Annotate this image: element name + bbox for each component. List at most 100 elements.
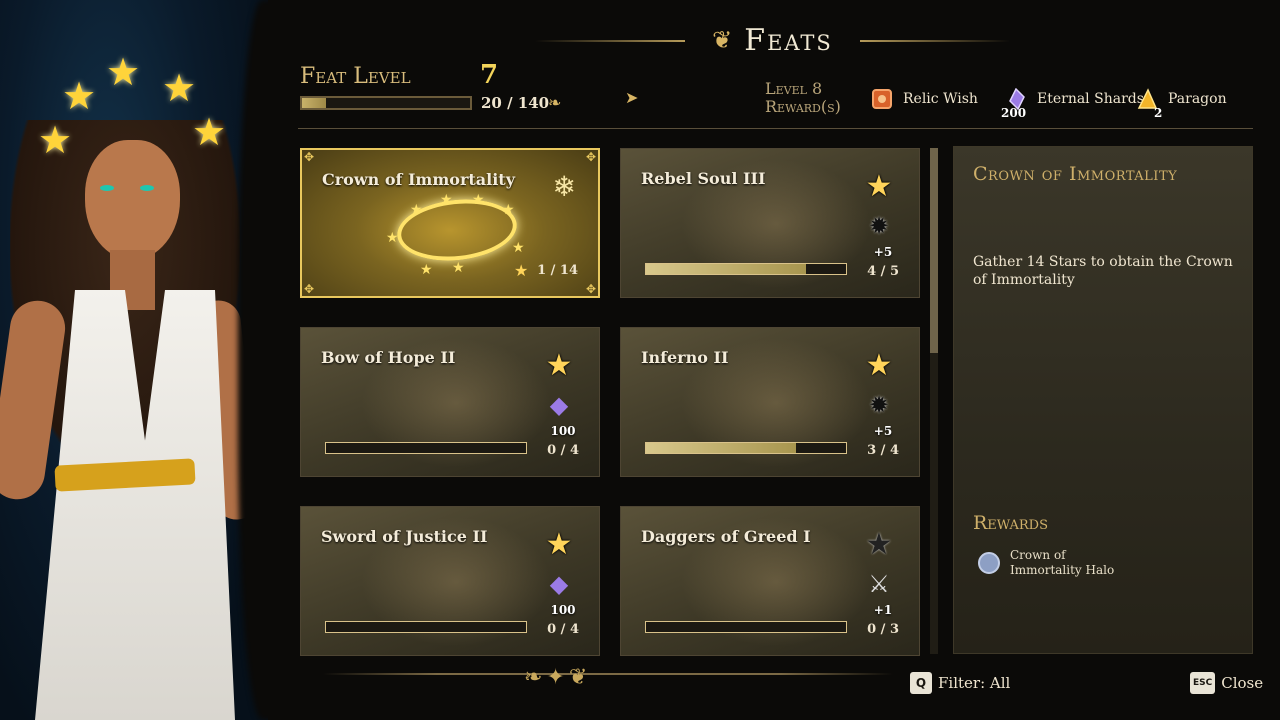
feat-card[interactable]: Daggers of Greed I ★ ⚔ +1 0 / 3 <box>620 506 920 656</box>
header-reward-label: Relic Wish <box>903 91 978 107</box>
feat-card[interactable]: ✥ ✥ ✥ ✥ ★ ★ ★ ★ ★ ★ ★ ★ Crown of Immorta… <box>300 148 600 298</box>
star-icon: ★ <box>865 348 893 383</box>
header-reward-qty: 200 <box>1001 106 1027 120</box>
feat-progress-fill <box>646 443 796 453</box>
feat-progress-bar <box>645 442 847 454</box>
header-reward-paragon: 2 Paragon <box>1136 88 1227 120</box>
scrollbar-thumb[interactable] <box>930 148 938 353</box>
close-button[interactable]: ESC Close <box>1190 672 1263 694</box>
paragon-icon: 2 <box>1136 88 1162 120</box>
halo-star-icon: ★ <box>62 74 97 118</box>
feats-grid: ✥ ✥ ✥ ✥ ★ ★ ★ ★ ★ ★ ★ ★ Crown of Immorta… <box>300 148 920 658</box>
feat-card[interactable]: Inferno II ★ ✹ +5 3 / 4 <box>620 327 920 477</box>
relic-icon <box>871 88 893 110</box>
footer-divider <box>323 673 893 675</box>
feat-progress-text: 1 / 14 <box>537 263 578 278</box>
filter-button[interactable]: Q Filter: All <box>910 672 1010 694</box>
close-label: Close <box>1221 674 1264 692</box>
feat-title: Sword of Justice II <box>321 527 488 546</box>
header-divider <box>298 128 1253 129</box>
feat-level-progress-bar <box>300 96 472 110</box>
gear-icon: ✹ <box>868 212 890 240</box>
feat-progress-text: 4 / 5 <box>867 264 899 279</box>
feats-scrollbar[interactable] <box>930 148 938 654</box>
corner-ornament-icon: ✥ <box>585 150 596 164</box>
detail-rewards-heading: Rewards <box>973 512 1049 534</box>
feat-card[interactable]: Sword of Justice II ★ ◆ 100 0 / 4 <box>300 506 600 656</box>
feat-reward-amount: +5 <box>873 245 893 259</box>
feat-detail-panel: Crown of Immortality Gather 14 Stars to … <box>953 146 1253 654</box>
halo-item-icon <box>978 552 1000 574</box>
halo-star-icon: ★ <box>472 192 485 208</box>
character-eye-right <box>140 185 154 191</box>
sword-icon: ⚔ <box>868 570 890 598</box>
eternal-shard-icon: ◆ <box>549 391 569 419</box>
feat-progress-text: 0 / 3 <box>867 622 899 637</box>
feat-progress-text: 0 / 4 <box>547 622 579 637</box>
halo-star-icon: ★ <box>440 192 453 208</box>
corner-ornament-icon: ✥ <box>304 150 315 164</box>
feat-title: Bow of Hope II <box>321 348 456 367</box>
laurel-icon: ❦ <box>712 26 733 54</box>
feat-level-value: 7 <box>480 60 499 90</box>
halo-star-icon: ★ <box>452 260 465 276</box>
feat-reward: ✹ +5 <box>861 212 897 259</box>
halo-star-icon: ★ <box>162 66 197 110</box>
corner-ornament-icon: ✥ <box>585 282 596 296</box>
mouse-cursor-icon: ➤ <box>625 88 639 107</box>
star-icon: ★ <box>865 169 893 204</box>
header-reward-shards: 200 Eternal Shards <box>1001 87 1144 120</box>
feat-title: Rebel Soul III <box>641 169 766 188</box>
feat-level-progress-fill <box>302 98 327 108</box>
star-icon: ★ <box>545 527 573 562</box>
feat-reward: ◆ 100 <box>541 570 577 617</box>
ornament-icon: ❧✦❦ <box>524 665 592 690</box>
feat-level-progress-text: 20 / 140 <box>481 94 550 112</box>
title-divider-right <box>860 40 1010 42</box>
title-divider-left <box>535 40 685 42</box>
halo-star-icon: ★ <box>410 202 423 218</box>
feat-card[interactable]: Bow of Hope II ★ ◆ 100 0 / 4 <box>300 327 600 477</box>
feat-reward-amount: +1 <box>873 603 893 617</box>
sprout-icon: ❧ <box>548 93 562 112</box>
page-title: Feats <box>744 22 833 58</box>
filter-label: Filter: All <box>938 674 1011 692</box>
feat-level-label: Feat Level <box>300 64 411 89</box>
feat-reward: ◆ 100 <box>541 391 577 438</box>
reward-label-line1: Level 8 <box>765 79 823 98</box>
feat-progress-bar <box>325 621 527 633</box>
feat-title: Daggers of Greed I <box>641 527 811 546</box>
feat-progress-bar <box>325 442 527 454</box>
feat-reward-amount: +5 <box>873 424 893 438</box>
corner-ornament-icon: ✥ <box>304 282 315 296</box>
header-reward-qty: 2 <box>1154 106 1163 120</box>
halo-star-icon: ★ <box>192 110 227 154</box>
character-portrait: ★ ★ ★ ★ ★ <box>0 0 268 720</box>
halo-star-icon: ★ <box>386 230 399 246</box>
character-eye-left <box>100 185 114 191</box>
feat-reward: ⚔ +1 <box>861 570 897 617</box>
halo-star-icon: ★ <box>38 118 73 162</box>
header-reward-relic: Relic Wish <box>871 88 978 110</box>
title-bar: ❦ Feats <box>535 18 1010 62</box>
star-icon: ★ <box>545 348 573 383</box>
halo-star-icon: ★ <box>512 240 525 256</box>
gear-icon: ✹ <box>868 391 890 419</box>
detail-reward-label: Crown of Immortality Halo <box>1010 548 1115 577</box>
reward-label-line2: Reward(s) <box>765 97 841 116</box>
feat-progress-fill <box>646 264 806 274</box>
eternal-shard-icon: 200 <box>1001 87 1027 120</box>
halo-star-icon: ★ <box>420 262 433 278</box>
star-icon: ★ <box>865 527 893 562</box>
halo-star-icon: ★ <box>106 50 141 94</box>
feat-card[interactable]: Rebel Soul III ★ ✹ +5 4 / 5 <box>620 148 920 298</box>
feat-title: Crown of Immortality <box>322 170 515 189</box>
snowflake-icon: ❄ <box>552 170 576 203</box>
header-reward-label: Eternal Shards <box>1037 91 1144 107</box>
character-face <box>85 140 180 260</box>
detail-reward-item: Crown of Immortality Halo <box>978 548 1120 578</box>
star-icon: ★ <box>514 261 529 280</box>
next-level-rewards-label: Level 8 Reward(s) <box>765 80 841 116</box>
detail-title: Crown of Immortality <box>973 163 1178 185</box>
eternal-shard-icon: ◆ <box>549 570 569 598</box>
